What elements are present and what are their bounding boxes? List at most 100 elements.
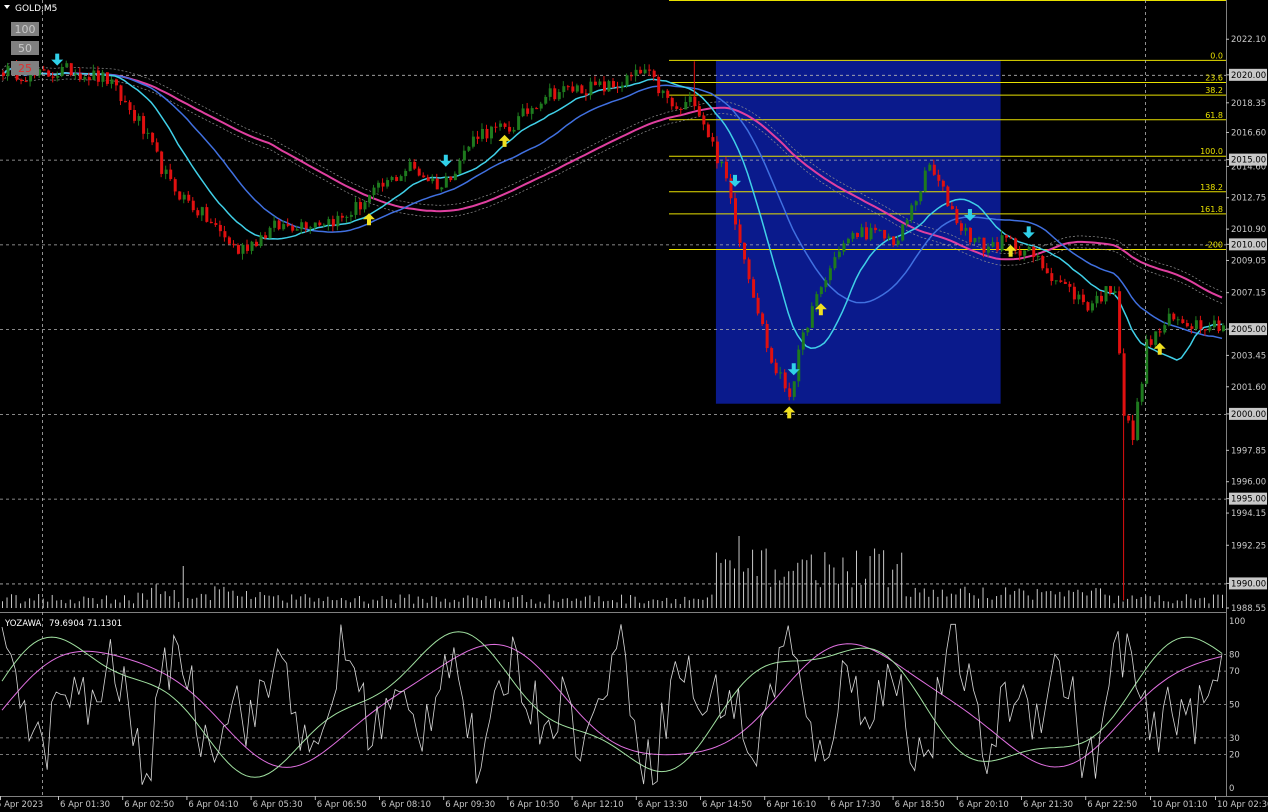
time-tick-label: 6 Apr 16:10 <box>766 800 816 810</box>
candle-body <box>846 238 850 244</box>
candle-body <box>806 327 810 333</box>
candle-body <box>584 93 588 96</box>
candle-body <box>792 381 796 397</box>
candle-body <box>187 194 191 201</box>
price-tick-label: 2020.00 <box>1231 71 1266 81</box>
candle-body <box>354 202 358 215</box>
time-tick-label: 6 Apr 06:50 <box>317 800 367 810</box>
oscillator-tick-label: 70 <box>1229 667 1240 677</box>
candle-body <box>860 227 864 238</box>
candle-body <box>950 206 954 209</box>
candle-body <box>1154 331 1158 345</box>
candle-body <box>1032 246 1036 258</box>
candle-body <box>932 164 936 175</box>
candle-body <box>241 244 245 254</box>
oscillator-value-2: 71.1301 <box>87 619 122 629</box>
candle-body <box>978 237 981 239</box>
candle-body <box>661 90 665 94</box>
candle-body <box>178 191 182 200</box>
fib-level-label: 38.2 <box>1205 86 1223 95</box>
candle-body <box>625 75 629 86</box>
candle-body <box>1167 313 1171 326</box>
candle-body <box>96 70 100 82</box>
candle-body <box>530 108 534 114</box>
candle-body <box>621 85 625 88</box>
candle-body <box>485 128 489 139</box>
candle-body <box>1014 238 1018 251</box>
candle-body <box>765 324 769 349</box>
candle-body <box>1149 339 1153 345</box>
candle-body <box>1158 331 1162 333</box>
candle-body <box>1199 320 1203 330</box>
candle-body <box>1100 295 1103 302</box>
candle-body <box>160 151 164 174</box>
candle-body <box>169 169 173 180</box>
candle-body <box>1181 319 1185 324</box>
candle-body <box>1109 286 1113 293</box>
candle-body <box>205 207 209 222</box>
candle-body <box>264 235 268 239</box>
candle-body <box>941 180 945 187</box>
candle-body <box>214 223 218 225</box>
candle-body <box>313 222 317 228</box>
candle-body <box>404 170 408 177</box>
candle-body <box>331 219 335 227</box>
candle-body <box>1122 353 1126 416</box>
candle-body <box>883 229 887 239</box>
candle-body <box>666 90 670 98</box>
oscillator-tick-label: 100 <box>1229 617 1245 627</box>
oscillator-name: YOZAWA <box>4 619 42 629</box>
price-tick-label: 1995.00 <box>1231 495 1266 505</box>
price-chart[interactable]: 0.0 23.6 38.2 61.8 100.0 138.2 161.8 -200 2022.… <box>0 0 1268 812</box>
candle-body <box>1208 327 1212 331</box>
candle-body <box>1000 235 1004 251</box>
candle-body <box>779 372 783 374</box>
candle-body <box>1172 313 1176 320</box>
level-badges: 100 50 25 <box>11 22 39 75</box>
candle-body <box>901 224 905 241</box>
candle-body <box>1086 302 1090 311</box>
candle-body <box>1023 250 1027 256</box>
candle-body <box>905 220 909 225</box>
candle-body <box>133 110 137 121</box>
candle-body <box>1081 294 1085 303</box>
candle-body <box>702 115 706 125</box>
candle-body <box>797 349 801 382</box>
candle-body <box>399 176 403 181</box>
candle-body <box>119 85 123 102</box>
candle-body <box>652 70 656 77</box>
candle-body <box>471 136 475 147</box>
candle-body <box>499 123 503 127</box>
candle-body <box>358 202 362 210</box>
candle-body <box>1194 320 1198 329</box>
candle-body <box>51 76 55 78</box>
price-tick-label: 1992.25 <box>1231 541 1266 551</box>
candle-body <box>277 220 281 230</box>
candle-body <box>462 150 466 161</box>
candle-body <box>593 81 597 86</box>
candle-body <box>47 70 51 77</box>
candle-body <box>774 362 778 374</box>
candle-body <box>856 232 859 238</box>
candle-body <box>101 72 105 82</box>
time-tick-label: 6 Apr 14:50 <box>702 800 752 810</box>
candle-body <box>837 251 841 258</box>
time-tick-label: 6 Apr 17:30 <box>830 800 880 810</box>
candle-body <box>250 241 254 251</box>
candle-body <box>923 170 927 192</box>
candle-body <box>65 63 69 67</box>
candle-body <box>268 227 272 239</box>
fib-level-label: 0.0 <box>1210 51 1223 60</box>
candle-body <box>1054 280 1058 282</box>
candle-body <box>218 224 222 232</box>
candle-body <box>191 200 195 211</box>
candle-body <box>887 236 891 239</box>
fib-level-label: 138.2 <box>1200 183 1223 192</box>
candle-body <box>20 79 24 82</box>
candle-body <box>435 178 439 190</box>
candle-body <box>996 242 1000 251</box>
candle-body <box>259 235 263 247</box>
candle-body <box>87 77 91 80</box>
candle-body <box>747 259 751 280</box>
candle-body <box>110 79 114 84</box>
